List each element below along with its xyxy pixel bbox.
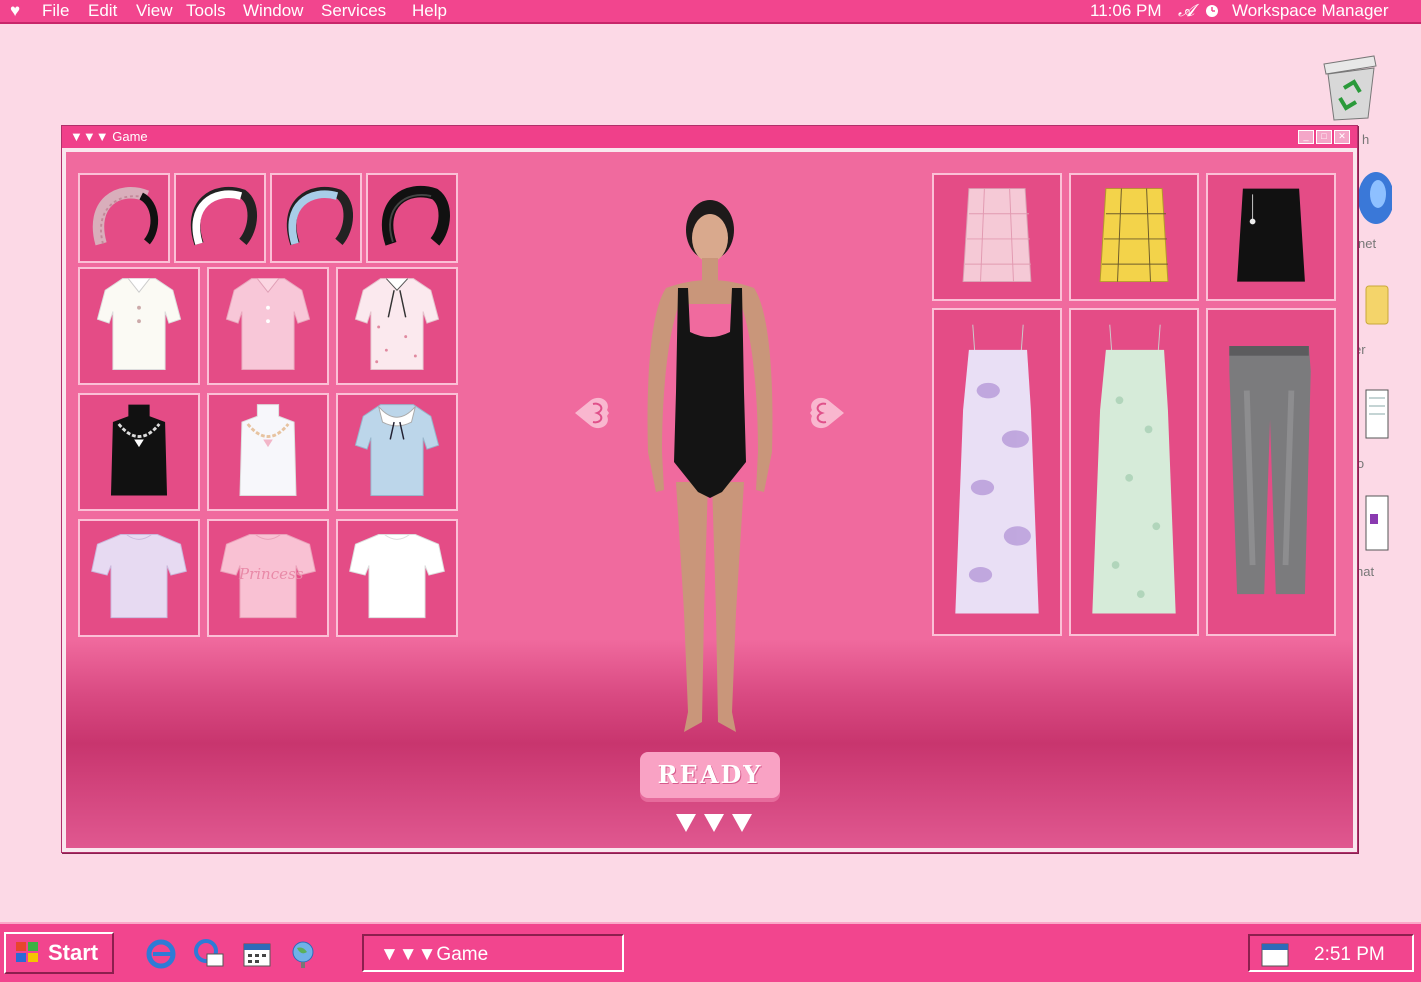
system-tray: 2:51 PM [1248,934,1414,972]
calendar-icon[interactable] [241,938,273,975]
white-tee-slot[interactable] [336,519,458,637]
blue-headband-slot[interactable] [270,173,362,263]
window-title: ▼▼▼ Game [70,129,148,144]
workspace-manager[interactable]: Workspace Manager [1232,0,1389,22]
desktop-icon-label: h [1362,132,1370,147]
black-headband-slot[interactable] [366,173,458,263]
game-window: ▼▼▼ Game _ □ ✕ Princess READY [61,125,1358,853]
minimize-button[interactable]: _ [1298,130,1314,144]
menu-window[interactable]: Window [243,0,303,22]
menu-file[interactable]: File [42,0,69,22]
close-button[interactable]: ✕ [1334,130,1350,144]
floral-blouse-slot[interactable] [336,267,458,385]
prev-arrow-button[interactable] [571,396,611,430]
desktop-icon-label: net [1358,236,1377,251]
menu-help[interactable]: Help [412,0,447,22]
menu-edit[interactable]: Edit [88,0,117,22]
mint-dress-slot[interactable] [1069,308,1199,636]
grey-jeans-slot[interactable] [1206,308,1336,636]
menu-tools[interactable]: Tools [186,0,226,22]
globe-icon[interactable] [287,938,319,975]
model-figure [626,192,794,742]
taskbar-game-button[interactable]: ▼▼▼Game [362,934,624,972]
plaid-headband-slot[interactable] [78,173,170,263]
black-chain-tank-slot[interactable] [78,393,200,511]
outlook-icon[interactable] [193,938,225,975]
yellow-plaid-skirt-slot[interactable] [1069,173,1199,301]
windows-logo-icon [16,942,38,962]
game-area: Princess READY [66,152,1353,848]
menubar-clock: 11:06 PM [1090,1,1162,20]
heart-icon[interactable]: ♥ [10,0,20,22]
tray-clock[interactable]: 2:51 PM [1314,944,1385,966]
lavender-tee-slot[interactable] [78,519,200,637]
tee-print-text: Princess [239,565,304,583]
menu-bar: ♥ File Edit View Tools Window Services H… [0,0,1421,24]
footer-hearts [674,812,754,834]
window-title-bar[interactable]: ▼▼▼ Game _ □ ✕ [62,126,1357,148]
recycle-bin-icon[interactable]: h [1316,52,1380,147]
ie-icon[interactable] [145,938,177,975]
desktop-icon-label: hat [1356,564,1375,579]
script-a-icon[interactable]: 𝓐 [1178,0,1194,22]
start-button[interactable]: Start [4,932,114,974]
white-blouse-slot[interactable] [78,267,200,385]
blue-collar-blouse-slot[interactable] [336,393,458,511]
white-headband-slot[interactable] [174,173,266,263]
taskbar-game-label: ▼▼▼Game [380,944,489,965]
ready-button[interactable]: READY [640,752,780,798]
pink-princess-tee-slot[interactable]: Princess [207,519,329,637]
menu-view[interactable]: View [136,0,173,22]
start-label: Start [48,940,99,965]
maximize-button[interactable]: □ [1316,130,1332,144]
next-arrow-button[interactable] [808,396,848,430]
white-chain-tank-slot[interactable] [207,393,329,511]
lavender-dress-slot[interactable] [932,308,1062,636]
clock-icon[interactable] [1205,0,1219,24]
taskbar: Start ▼▼▼Game 2:51 PM [0,922,1421,982]
pink-blouse-slot[interactable] [207,267,329,385]
tray-calendar-icon [1261,943,1289,967]
menu-services[interactable]: Services [321,0,386,22]
black-skirt-slot[interactable] [1206,173,1336,301]
pink-plaid-skirt-slot[interactable] [932,173,1062,301]
